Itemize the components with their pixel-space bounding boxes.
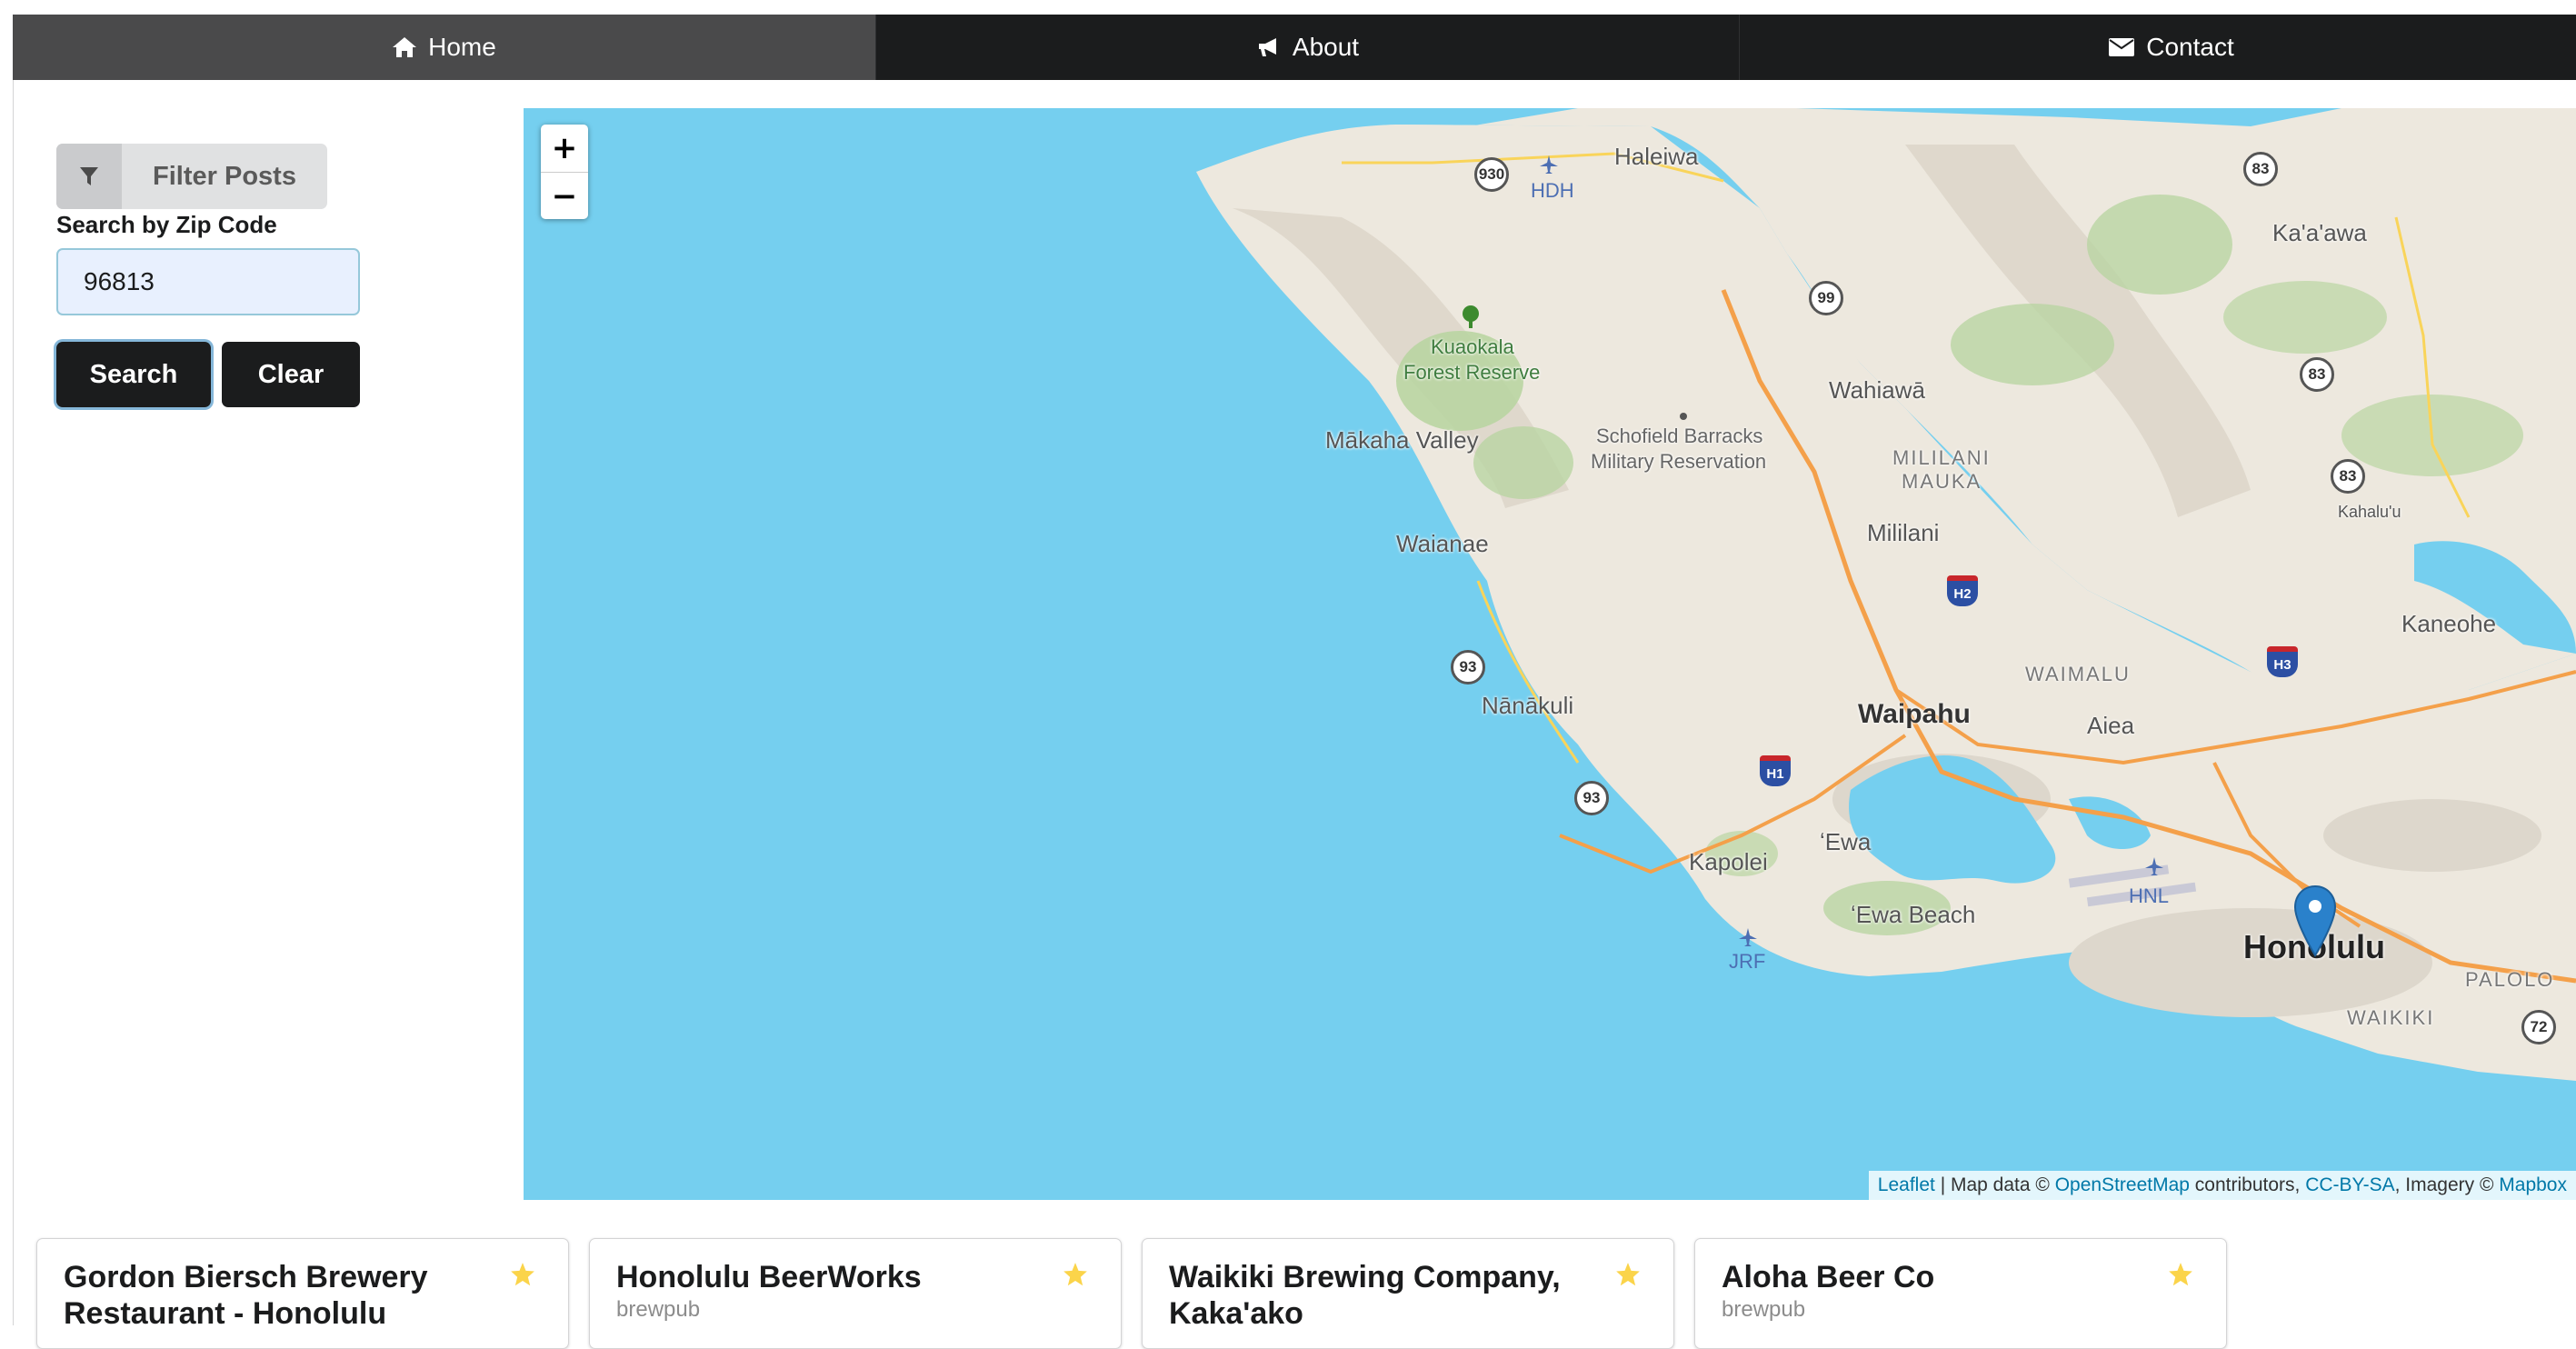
place-label: PALOLO: [2465, 968, 2555, 991]
place-label: Haleiwa: [1614, 143, 1699, 170]
attribution-text: contributors,: [2189, 1174, 2306, 1195]
route-shield: 72: [2521, 1010, 2556, 1044]
map[interactable]: Haleiwa Ka'a'awa HDH Kuaokala Forest Res…: [524, 108, 2576, 1200]
interstate-shield: H2: [1947, 575, 1978, 606]
place-label: Nānākuli: [1482, 692, 1574, 719]
place-label: Kuaokala: [1431, 335, 1514, 358]
filter-posts-button[interactable]: Filter Posts: [56, 144, 327, 209]
nav-home[interactable]: Home: [13, 15, 876, 80]
map-marker[interactable]: [2292, 884, 2338, 962]
map-attribution: Leaflet | Map data © OpenStreetMap contr…: [1868, 1171, 2576, 1200]
place-label: Schofield Barracks: [1596, 425, 1763, 447]
marker-pin-icon: [2293, 884, 2337, 957]
brewery-card[interactable]: Honolulu BeerWorks brewpub: [589, 1238, 1122, 1349]
place-label: Waianae: [1396, 530, 1489, 557]
place-label: Kapolei: [1689, 848, 1768, 875]
airport-icon: [2145, 857, 2163, 875]
star-icon[interactable]: [2168, 1262, 2193, 1287]
top-strip: [0, 0, 2576, 15]
airport-icon: [1540, 155, 1558, 174]
place-label: JRF: [1729, 950, 1766, 973]
brewery-card[interactable]: Aloha Beer Co brewpub: [1694, 1238, 2227, 1349]
place-label: Ka'a'awa: [2272, 219, 2367, 246]
filter-icon: [80, 167, 98, 185]
card-subtitle: brewpub: [616, 1297, 701, 1322]
route-shield: 99: [1809, 281, 1843, 315]
star-icon[interactable]: [510, 1262, 535, 1287]
route-shield: 93: [1451, 650, 1485, 684]
place-label: Kaneohe: [2401, 610, 2497, 637]
filter-posts-label: Filter Posts: [153, 161, 296, 191]
top-nav: Home About Contact: [13, 15, 2576, 80]
zip-code-label: Search by Zip Code: [56, 211, 277, 238]
zoom-control: + −: [541, 125, 588, 219]
interstate-shield: H1: [1760, 755, 1791, 786]
home-icon: [393, 37, 417, 57]
search-button[interactable]: Search: [56, 342, 211, 407]
card-title: Gordon Biersch Brewery Restaurant - Hono…: [64, 1260, 428, 1331]
place-label: HDH: [1531, 179, 1574, 202]
airport-icon: [1739, 928, 1757, 946]
brewery-card[interactable]: Waikiki Brewing Company, Kaka'ako: [1142, 1238, 1674, 1349]
route-shield: 83: [2300, 357, 2334, 392]
star-icon[interactable]: [1063, 1262, 1088, 1287]
place-label: Mililani: [1867, 519, 1940, 546]
attribution-text: | Map data ©: [1934, 1174, 2055, 1195]
clear-button[interactable]: Clear: [222, 342, 360, 407]
nav-about[interactable]: About: [876, 15, 1740, 80]
card-title: Honolulu BeerWorks: [616, 1260, 922, 1294]
card-title: Aloha Beer Co: [1722, 1260, 1935, 1294]
park-icon: [1463, 305, 1479, 328]
zoom-out-button[interactable]: −: [541, 173, 588, 219]
zip-code-input[interactable]: [56, 248, 360, 315]
cc-by-sa-link[interactable]: CC-BY-SA: [2305, 1174, 2394, 1195]
place-label: Waipahu: [1858, 699, 1971, 729]
place-label: ʻEwa Beach: [1851, 901, 1976, 928]
zoom-in-button[interactable]: +: [541, 125, 588, 173]
place-label: Forest Reserve: [1403, 361, 1541, 384]
place-label: MAUKA: [1902, 470, 1982, 493]
attribution-text: , Imagery ©: [2394, 1174, 2500, 1195]
route-shield: 930: [1474, 157, 1509, 192]
nav-about-label: About: [1292, 33, 1360, 61]
brewery-card[interactable]: Gordon Biersch Brewery Restaurant - Hono…: [36, 1238, 569, 1349]
place-label: WAIMALU: [2025, 663, 2131, 685]
place-label: WAIKIKI: [2347, 1006, 2435, 1029]
place-label: ʻEwa: [1820, 828, 1872, 855]
filter-icon-box: [56, 144, 122, 209]
nav-contact[interactable]: Contact: [1740, 15, 2576, 80]
nav-home-label: Home: [428, 33, 496, 61]
nav-contact-label: Contact: [2146, 33, 2234, 61]
place-label: Wahiawā: [1829, 376, 1925, 404]
place-label: HNL: [2129, 884, 2170, 907]
openstreetmap-link[interactable]: OpenStreetMap: [2055, 1174, 2190, 1195]
place-label: Military Reservation: [1591, 450, 1767, 473]
leaflet-link[interactable]: Leaflet: [1878, 1174, 1935, 1195]
route-shield: 83: [2331, 459, 2365, 494]
content-border: [13, 80, 14, 1325]
place-label: Kahalu'u: [2338, 503, 2401, 521]
interstate-shield: H3: [2267, 646, 2298, 677]
route-shield: 93: [1574, 781, 1609, 815]
star-icon[interactable]: [1615, 1262, 1641, 1287]
place-label: Mākaha Valley: [1325, 426, 1479, 454]
card-title: Waikiki Brewing Company, Kaka'ako: [1169, 1260, 1561, 1331]
route-shield: 83: [2243, 152, 2278, 186]
place-label: MILILANI: [1892, 446, 1991, 469]
card-subtitle: brewpub: [1722, 1297, 1806, 1322]
mapbox-link[interactable]: Mapbox: [2499, 1174, 2567, 1195]
place-label: Aiea: [2087, 712, 2135, 739]
envelope-icon: [2109, 38, 2135, 56]
bullhorn-icon: [1258, 38, 1276, 56]
